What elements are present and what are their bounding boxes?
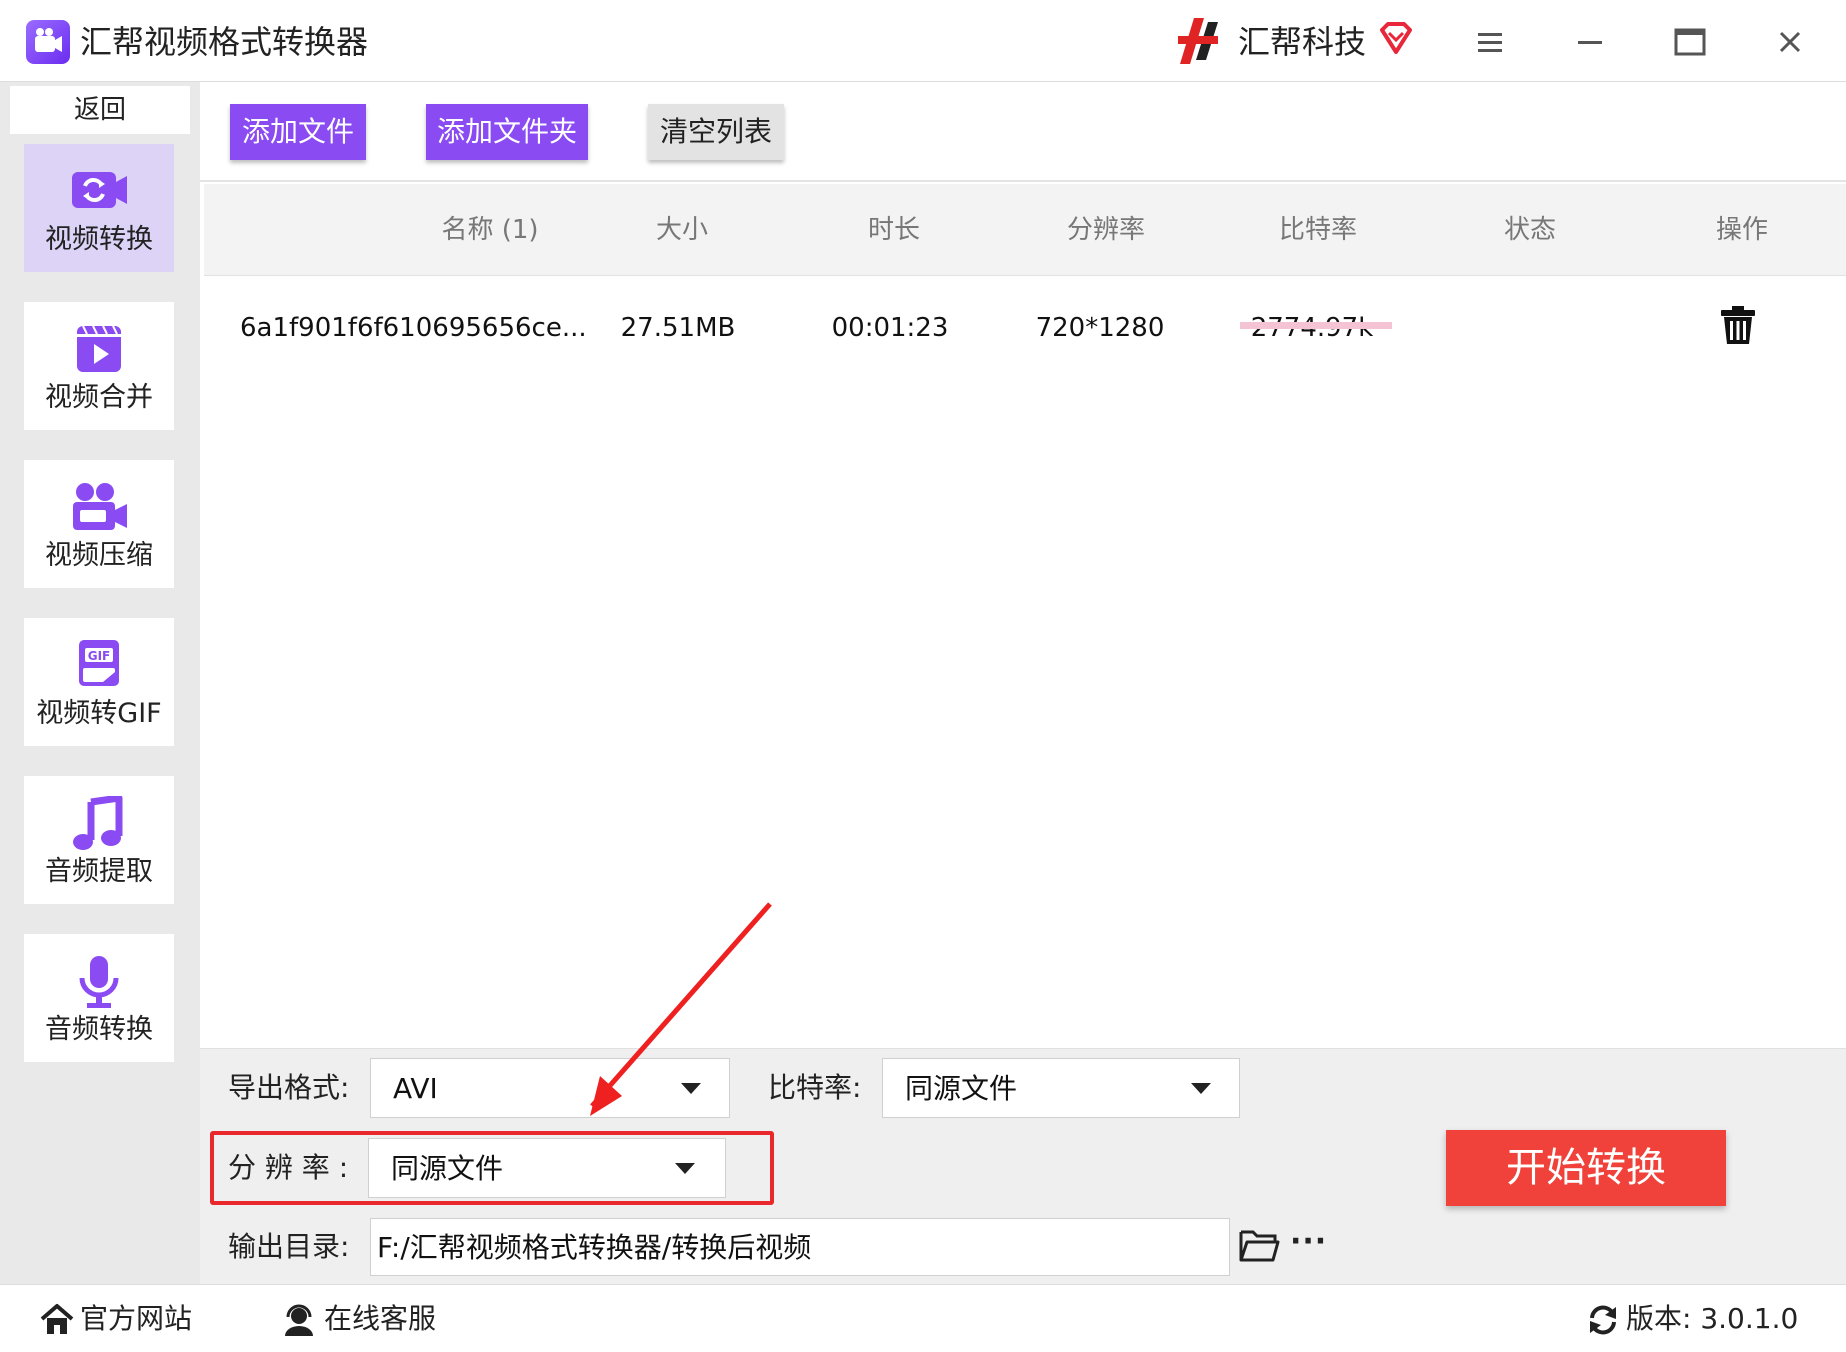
sidebar-item-audio-convert[interactable]: 音频转换 [24,934,174,1062]
sidebar-item-video-gif[interactable]: GIF 视频转GIF [24,618,174,746]
chevron-down-icon [681,1083,701,1094]
file-name: 6a1f901f6f610695656ce... [240,313,587,343]
minimize-icon[interactable] [1570,22,1610,62]
annotation-highlight-box [210,1131,774,1205]
video-convert-icon [72,172,127,208]
sidebar-item-video-merge[interactable]: 视频合并 [24,302,174,430]
version-info: 版本: 3.0.1.0 [1626,1302,1799,1335]
home-icon[interactable] [40,1303,74,1337]
microphone-icon [79,956,119,1008]
title-bar: 汇帮视频格式转换器 汇帮科技 [0,0,1846,82]
bitrate-label: 比特率: [768,1071,862,1104]
column-header-bitrate[interactable]: 比特率 [1218,212,1418,248]
chevron-down-icon [1191,1083,1211,1094]
column-header-action: 操作 [1715,215,1768,245]
add-folder-button[interactable]: 添加文件夹 [426,104,588,160]
sidebar-item-label: 视频转换 [45,224,153,255]
brand-logo-icon [1178,18,1218,64]
video-compress-icon [73,483,127,530]
trash-icon[interactable] [1718,304,1758,346]
folder-open-icon[interactable] [1238,1226,1280,1264]
output-path-value: F:/汇帮视频格式转换器/转换后视频 [377,1231,812,1264]
start-convert-button[interactable]: 开始转换 [1446,1130,1726,1206]
file-resolution: 720*1280 [1035,313,1165,343]
refresh-icon[interactable] [1586,1303,1620,1337]
format-select-value: AVI [393,1072,438,1105]
more-options-icon[interactable]: ··· [1290,1227,1328,1262]
status-bar: 官方网站 在线客服 版本: 3.0.1.0 [0,1284,1846,1352]
sidebar-item-label: 视频转GIF [36,698,162,729]
video-merge-icon [77,325,121,372]
brand-name: 汇帮科技 [1238,23,1367,61]
gif-icon: GIF [79,640,119,686]
column-header-duration[interactable]: 时长 [794,212,994,248]
sidebar-item-label: 音频转换 [45,1014,153,1045]
vip-diamond-icon[interactable] [1378,20,1414,56]
column-header-status[interactable]: 状态 [1430,212,1630,248]
file-duration: 00:01:23 [831,313,949,343]
column-header-size[interactable]: 大小 [582,212,782,248]
format-select[interactable]: AVI [370,1058,730,1118]
close-icon[interactable] [1770,22,1810,62]
sidebar: 返回 视频转换 视频合并 视频压缩 GIF 视频转GIF 音频提取 音频转换 [0,82,200,1284]
file-size: 27.51MB [620,313,736,343]
column-header-resolution[interactable]: 分辨率 [1006,212,1206,248]
menu-icon[interactable] [1470,22,1510,62]
sidebar-item-video-convert[interactable]: 视频转换 [24,144,174,272]
add-file-button[interactable]: 添加文件 [230,104,366,160]
file-table: 名称 (1) 大小 时长 分辨率 比特率 状态 操作 6a1f901f6f610… [204,184,1846,1048]
sidebar-item-label: 视频合并 [45,382,153,413]
sidebar-item-audio-extract[interactable]: 音频提取 [24,776,174,904]
music-note-icon [73,796,123,850]
customer-service-icon[interactable] [282,1303,316,1337]
app-logo-icon [26,20,70,64]
table-header: 名称 (1) 大小 时长 分辨率 比特率 状态 操作 [204,184,1846,276]
output-dir-label: 输出目录: [228,1230,350,1263]
online-support-link[interactable]: 在线客服 [324,1299,436,1339]
maximize-icon[interactable] [1670,22,1710,62]
svg-text:GIF: GIF [88,649,111,663]
output-path-field[interactable]: F:/汇帮视频格式转换器/转换后视频 [370,1218,1230,1276]
back-button[interactable]: 返回 [10,86,190,134]
toolbar: 添加文件 添加文件夹 清空列表 [200,82,1846,182]
column-header-name[interactable]: 名称 (1) [390,212,590,248]
status-progress-bar [1240,322,1392,329]
format-label: 导出格式: [228,1071,350,1104]
clear-list-button[interactable]: 清空列表 [648,104,784,160]
official-website-link[interactable]: 官方网站 [80,1299,192,1339]
sidebar-item-label: 音频提取 [45,856,153,887]
bitrate-select[interactable]: 同源文件 [882,1058,1240,1118]
sidebar-item-video-compress[interactable]: 视频压缩 [24,460,174,588]
app-title: 汇帮视频格式转换器 [80,23,369,61]
sidebar-item-label: 视频压缩 [45,540,153,571]
bitrate-select-value: 同源文件 [905,1072,1018,1105]
